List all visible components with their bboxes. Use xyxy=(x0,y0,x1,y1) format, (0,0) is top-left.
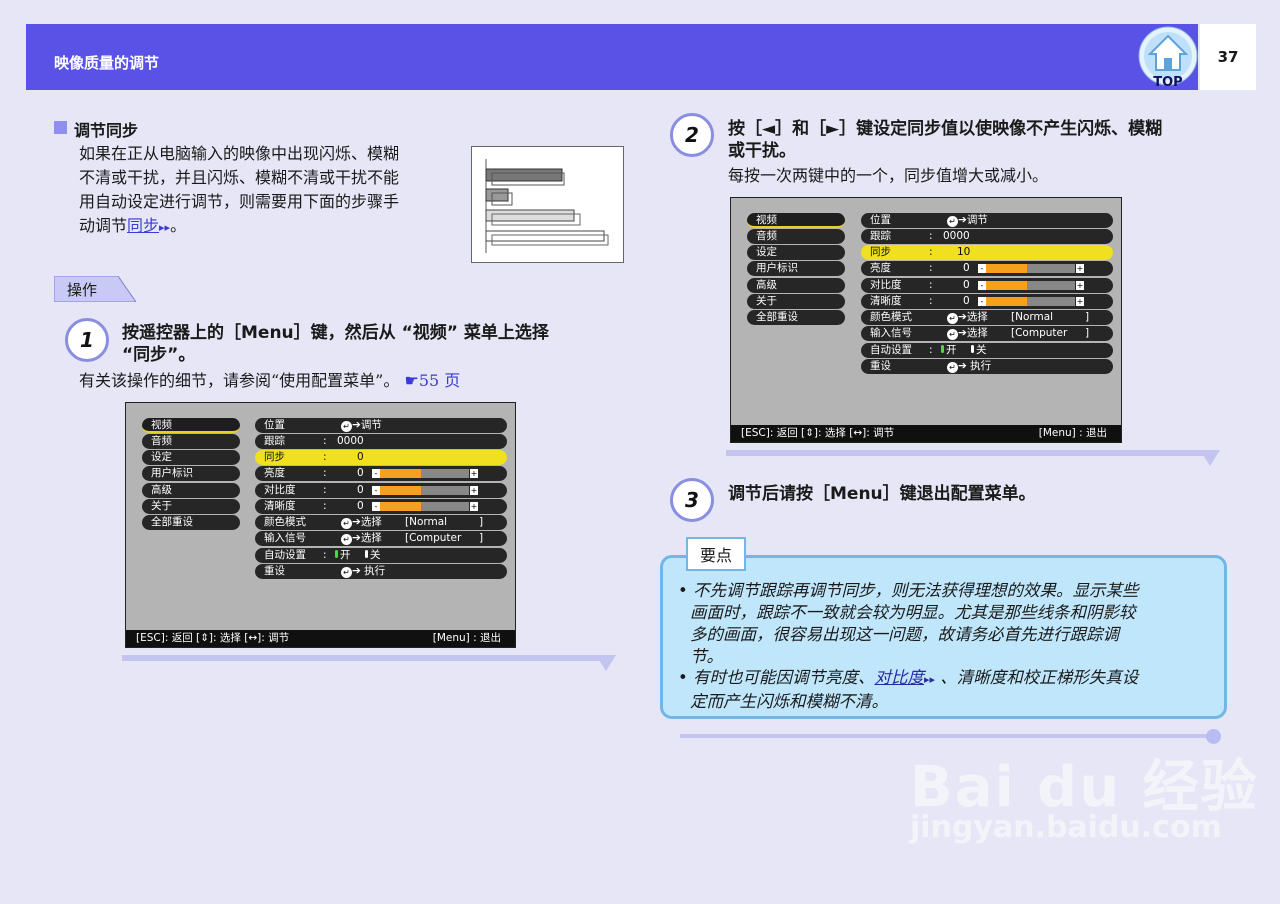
enter-icon: ↵ xyxy=(947,362,958,373)
menu-row-tracking[interactable]: 跟踪:0000 xyxy=(861,229,1113,244)
header-bar xyxy=(26,24,1198,90)
menu-left-advanced[interactable]: 高级 xyxy=(747,278,845,293)
menu-row-reset[interactable]: 重设 ↵ ➔ 执行 xyxy=(255,564,507,579)
step-2-body: 每按一次两键中的一个，同步值增大或减小。 xyxy=(728,166,1049,185)
link-arrow-icon: ▸▸ xyxy=(923,673,936,686)
step-3-title: 调节后请按［Menu］键退出配置菜单。 xyxy=(728,484,1036,504)
sync-diagram xyxy=(471,146,624,263)
divider-arrow-icon xyxy=(596,655,616,671)
menu-row-auto-setup[interactable]: 自动设置: 开关 xyxy=(861,343,1113,358)
menu-row-input-signal[interactable]: 输入信号 ↵ ➔选择 [Computer] xyxy=(861,326,1113,341)
enter-icon: ↵ xyxy=(947,313,958,324)
contrast-slider: - + xyxy=(978,281,1084,290)
section-title: 调节同步 xyxy=(74,121,139,140)
section-bullet-icon xyxy=(54,121,67,134)
menu-left-video[interactable]: 视频 xyxy=(142,418,240,433)
note-item-1: • 不先调节跟踪再调节同步，则无法获得理想的效果。显示某些 画面时，跟踪不一致就… xyxy=(678,581,1139,666)
enter-icon: ↵ xyxy=(341,518,352,529)
contrast-slider: - + xyxy=(372,486,478,495)
step-2-title: 按［◄］和［►］键设定同步值以使映像不产生闪烁、模糊 或干扰。 xyxy=(728,119,1163,161)
bottom-divider xyxy=(680,734,1210,738)
menu-left-audio[interactable]: 音频 xyxy=(747,229,845,244)
contrast-link[interactable]: 对比度 xyxy=(874,668,924,687)
menu-left-video[interactable]: 视频 xyxy=(747,213,845,228)
divider-arrow-icon xyxy=(1200,450,1220,466)
menu-left-advanced[interactable]: 高级 xyxy=(142,483,240,498)
enter-icon: ↵ xyxy=(341,421,352,432)
note-item-2: • 有时也可能因调节亮度、对比度▸▸ 、清晰度和校正梯形失真设 定而产生闪烁和模… xyxy=(678,668,1139,711)
menu-status-bar: [ESC]: 返回 [⇕]: 选择 [↔]: 调节 [Menu] : 退出 xyxy=(731,425,1121,442)
watermark-url: jingyan.baidu.com xyxy=(910,810,1222,845)
menu-left-user-logo[interactable]: 用户标识 xyxy=(747,261,845,276)
divider-2 xyxy=(726,450,1216,456)
menu-status-bar: [ESC]: 返回 [⇕]: 选择 [↔]: 调节 [Menu] : 退出 xyxy=(126,630,515,647)
top-label: TOP xyxy=(1153,75,1182,88)
menu-row-contrast[interactable]: 对比度:0- + xyxy=(861,278,1113,293)
menu-row-brightness[interactable]: 亮度:0- + xyxy=(255,466,507,481)
menu-left-setting[interactable]: 设定 xyxy=(747,245,845,260)
step-1-body: 有关该操作的细节，请参阅“使用配置菜单”。 ☛55 页 xyxy=(79,371,461,390)
menu-row-color-mode[interactable]: 颜色模式 ↵ ➔选择 [Normal] xyxy=(255,515,507,530)
enter-icon: ↵ xyxy=(947,329,958,340)
step-2-number: 2 xyxy=(670,113,714,157)
menu-left-reset-all[interactable]: 全部重设 xyxy=(142,515,240,530)
menu-row-contrast[interactable]: 对比度:0- + xyxy=(255,483,507,498)
menu-left-about[interactable]: 关于 xyxy=(142,499,240,514)
menu-left-audio[interactable]: 音频 xyxy=(142,434,240,449)
step-1-number: 1 xyxy=(65,318,109,362)
menu-row-sync[interactable]: 同步:10 xyxy=(861,245,1113,260)
page-ref-link[interactable]: ☛55 页 xyxy=(404,371,460,390)
page-number: 37 xyxy=(1200,24,1256,90)
step-1-title: 按遥控器上的［Menu］键，然后从 “视频” 菜单上选择 “同步”。 xyxy=(122,323,549,365)
menu-row-position[interactable]: 位置 ↵ ➔调节 xyxy=(255,418,507,433)
menu-left-about[interactable]: 关于 xyxy=(747,294,845,309)
menu-row-sync[interactable]: 同步:0 xyxy=(255,450,507,465)
brightness-slider: - + xyxy=(978,264,1084,273)
config-menu-step2: 视频 音频 设定 用户标识 高级 关于 全部重设 位置 ↵ ➔调节 跟踪:0000 … xyxy=(730,197,1122,443)
menu-row-auto-setup[interactable]: 自动设置: 开关 xyxy=(255,548,507,563)
sync-link[interactable]: 同步 xyxy=(127,216,159,235)
page-title: 映像质量的调节 xyxy=(54,54,160,72)
enter-icon: ↵ xyxy=(947,216,958,227)
note-label: 要点 xyxy=(686,537,746,571)
top-home-icon[interactable]: TOP xyxy=(1138,26,1198,88)
sharpness-slider: - + xyxy=(372,502,478,511)
menu-left-reset-all[interactable]: 全部重设 xyxy=(747,310,845,325)
menu-row-reset[interactable]: 重设 ↵ ➔ 执行 xyxy=(861,359,1113,374)
config-menu-step1: 视频 音频 设定 用户标识 高级 关于 全部重设 位置 ↵ ➔调节 跟踪:0000 … xyxy=(125,402,516,648)
step-3-number: 3 xyxy=(670,478,714,522)
menu-row-input-signal[interactable]: 输入信号 ↵ ➔选择 [Computer] xyxy=(255,531,507,546)
menu-row-brightness[interactable]: 亮度:0- + xyxy=(861,261,1113,276)
operation-label: 操作 xyxy=(67,281,98,299)
enter-icon: ↵ xyxy=(341,534,352,545)
link-arrow-icon: ▸▸ xyxy=(159,221,171,234)
menu-row-tracking[interactable]: 跟踪:0000 xyxy=(255,434,507,449)
enter-icon: ↵ xyxy=(341,567,352,578)
menu-row-sharpness[interactable]: 清晰度:0- + xyxy=(861,294,1113,309)
menu-left-user-logo[interactable]: 用户标识 xyxy=(142,466,240,481)
intro-text: 如果在正从电脑输入的映像中出现闪烁、模糊 不清或干扰，并且闪烁、模糊不清或干扰不… xyxy=(79,144,400,235)
divider-1 xyxy=(122,655,612,661)
menu-left-setting[interactable]: 设定 xyxy=(142,450,240,465)
brightness-slider: - + xyxy=(372,469,478,478)
sharpness-slider: - + xyxy=(978,297,1084,306)
menu-row-position[interactable]: 位置 ↵ ➔调节 xyxy=(861,213,1113,228)
menu-row-sharpness[interactable]: 清晰度:0- + xyxy=(255,499,507,514)
menu-row-color-mode[interactable]: 颜色模式 ↵ ➔选择 [Normal] xyxy=(861,310,1113,325)
